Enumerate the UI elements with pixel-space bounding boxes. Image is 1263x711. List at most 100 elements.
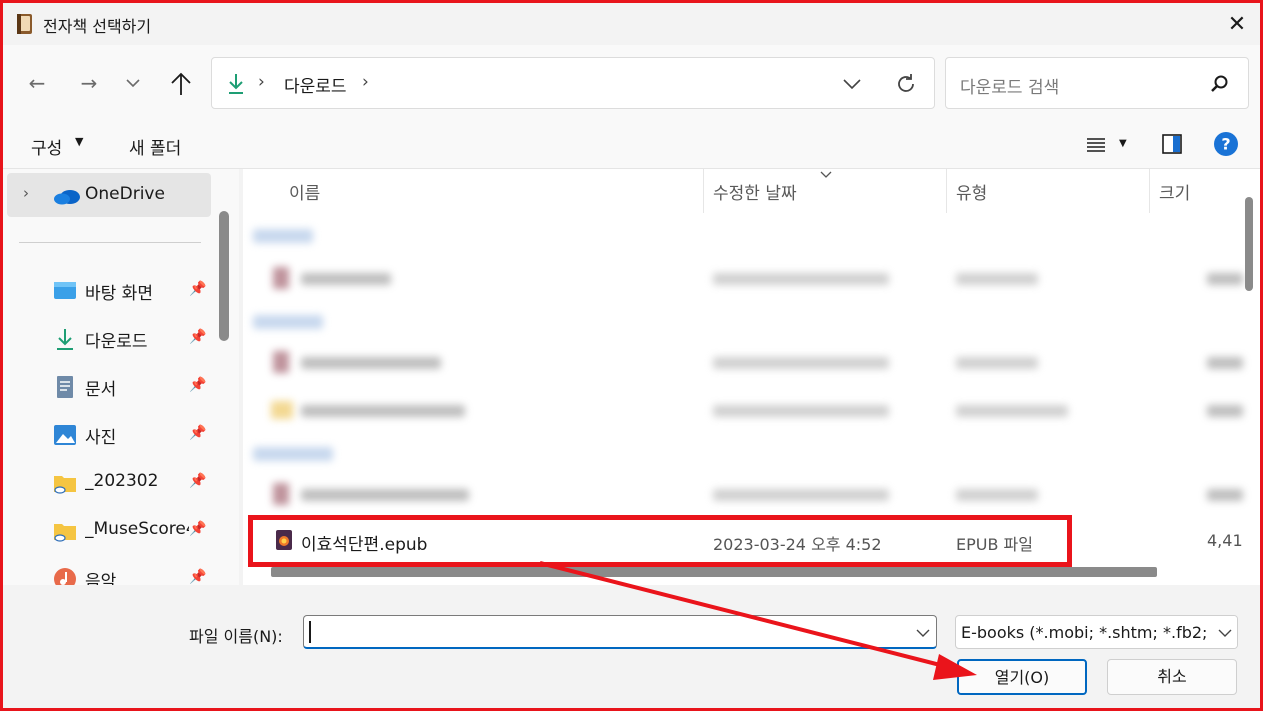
sidebar-item-label: _202302 bbox=[85, 471, 159, 491]
folder-icon bbox=[54, 524, 76, 542]
blurred-group-header bbox=[253, 315, 323, 329]
sidebar-item-label: 바탕 화면 bbox=[85, 284, 153, 304]
sidebar-item-documents[interactable]: 문서 📌 bbox=[3, 365, 215, 409]
blurred-file-type bbox=[956, 405, 1068, 417]
pin-icon[interactable]: 📌 bbox=[189, 569, 206, 585]
sidebar-divider bbox=[19, 242, 201, 243]
sidebar-item-folder-musescore[interactable]: _MuseScore4 📌 bbox=[3, 509, 215, 553]
column-header-date[interactable]: 수정한 날짜 bbox=[713, 179, 797, 204]
file-list-vertical-scrollbar[interactable] bbox=[1245, 197, 1253, 291]
sort-chevron-icon bbox=[820, 171, 832, 178]
address-bar[interactable]: › 다운로드 › bbox=[211, 57, 935, 109]
pin-icon[interactable]: 📌 bbox=[189, 329, 206, 347]
open-button[interactable]: 열기(O) bbox=[957, 659, 1087, 695]
blurred-file-date bbox=[713, 405, 889, 417]
blurred-file-name bbox=[301, 405, 465, 417]
sidebar-item-label: 다운로드 bbox=[85, 332, 148, 352]
sidebar-item-label: 문서 bbox=[85, 380, 117, 400]
pin-icon[interactable]: 📌 bbox=[189, 425, 206, 443]
up-arrow-icon[interactable] bbox=[169, 71, 193, 97]
sidebar-item-label: OneDrive bbox=[85, 184, 165, 204]
sidebar-item-downloads[interactable]: 다운로드 📌 bbox=[3, 317, 215, 361]
navigation-bar: ← → › 다운로드 › 다운로드 검색 bbox=[3, 45, 1260, 121]
preview-pane-icon[interactable] bbox=[1161, 133, 1183, 155]
pin-icon[interactable]: 📌 bbox=[189, 281, 206, 299]
cancel-button[interactable]: 취소 bbox=[1107, 659, 1237, 695]
sidebar-item-folder-202302[interactable]: _202302 📌 bbox=[3, 461, 215, 505]
column-separator[interactable] bbox=[703, 169, 704, 213]
blurred-file-icon bbox=[273, 267, 289, 289]
organize-dropdown-icon[interactable]: ▼ bbox=[75, 135, 83, 148]
file-type-filter-value: E-books (*.mobi; *.shtm; *.fb2; bbox=[961, 623, 1208, 642]
column-separator[interactable] bbox=[1149, 169, 1150, 213]
blurred-file-size bbox=[1207, 273, 1243, 285]
pin-icon[interactable]: 📌 bbox=[189, 521, 206, 539]
blurred-file-date bbox=[713, 273, 889, 285]
column-separator[interactable] bbox=[946, 169, 947, 213]
column-header-name[interactable]: 이름 bbox=[289, 179, 320, 204]
filename-input[interactable] bbox=[303, 615, 937, 649]
document-icon bbox=[57, 376, 73, 398]
download-icon bbox=[229, 74, 243, 94]
search-box[interactable]: 다운로드 검색 bbox=[945, 57, 1249, 109]
command-bar: 구성 ▼ 새 폴더 ▼ ? bbox=[3, 121, 1260, 169]
sidebar-item-label: _MuseScore4 bbox=[85, 519, 189, 539]
help-icon[interactable]: ? bbox=[1213, 131, 1239, 157]
file-type-filter-select[interactable]: E-books (*.mobi; *.shtm; *.fb2; bbox=[955, 615, 1238, 649]
sidebar-item-onedrive[interactable]: › OneDrive bbox=[7, 173, 211, 217]
view-options-dropdown-icon[interactable]: ▼ bbox=[1119, 138, 1127, 149]
address-history-chevron-icon[interactable] bbox=[842, 78, 862, 90]
filename-history-chevron-icon[interactable] bbox=[916, 628, 930, 638]
search-input[interactable]: 다운로드 검색 bbox=[960, 73, 1059, 98]
breadcrumb-separator-icon[interactable]: › bbox=[362, 72, 369, 92]
download-icon bbox=[57, 329, 73, 350]
blurred-file-icon bbox=[273, 483, 289, 505]
blurred-file-type bbox=[956, 357, 1038, 369]
file-open-dialog: 전자책 선택하기 ✕ ← → › 다운로드 › 다운로드 검색 구성 ▼ 새 폴… bbox=[0, 0, 1263, 711]
onedrive-cloud-icon bbox=[54, 190, 80, 205]
pin-icon[interactable]: 📌 bbox=[189, 473, 206, 491]
blurred-file-type bbox=[956, 489, 1038, 501]
blurred-file-size bbox=[1207, 357, 1243, 369]
filename-label: 파일 이름(N): bbox=[189, 627, 283, 646]
forward-arrow-icon[interactable]: → bbox=[75, 69, 103, 97]
sidebar-item-label: 음악 bbox=[85, 572, 117, 585]
blurred-file-name bbox=[301, 489, 469, 501]
close-icon[interactable]: ✕ bbox=[1225, 13, 1249, 37]
highlight-annotation-box bbox=[248, 515, 1072, 567]
sidebar-item-desktop[interactable]: 바탕 화면 📌 bbox=[3, 269, 215, 313]
blurred-file-size bbox=[1207, 405, 1243, 417]
breadcrumb-folder[interactable]: 다운로드 bbox=[284, 72, 347, 97]
svg-text:?: ? bbox=[1221, 135, 1230, 154]
column-header-type[interactable]: 유형 bbox=[956, 179, 987, 204]
refresh-icon[interactable] bbox=[894, 72, 918, 96]
book-app-icon bbox=[17, 14, 32, 34]
title-bar: 전자책 선택하기 ✕ bbox=[3, 3, 1260, 45]
breadcrumb-separator-icon: › bbox=[258, 72, 265, 92]
organize-button[interactable]: 구성 bbox=[31, 134, 62, 159]
navigation-pane: › OneDrive 바탕 화면 📌 다운로드 📌 문서 📌 사진 📌 _202… bbox=[3, 169, 239, 585]
blurred-file-type bbox=[956, 273, 1038, 285]
search-icon[interactable] bbox=[1210, 74, 1230, 94]
view-list-icon[interactable] bbox=[1085, 137, 1107, 153]
sidebar-item-music[interactable]: 음악 📌 bbox=[3, 557, 215, 585]
blurred-file-icon bbox=[273, 351, 289, 373]
blurred-file-date bbox=[713, 489, 889, 501]
pin-icon[interactable]: 📌 bbox=[189, 377, 206, 395]
filter-dropdown-area[interactable] bbox=[1210, 616, 1237, 648]
column-header-size[interactable]: 크기 bbox=[1159, 179, 1190, 204]
text-caret bbox=[309, 621, 311, 643]
music-icon bbox=[54, 568, 76, 585]
back-arrow-icon[interactable]: ← bbox=[23, 69, 51, 97]
new-folder-button[interactable]: 새 폴더 bbox=[129, 134, 181, 159]
sidebar-scrollbar[interactable] bbox=[219, 211, 229, 341]
expand-chevron-icon[interactable]: › bbox=[23, 184, 29, 202]
file-list-horizontal-scrollbar[interactable] bbox=[271, 567, 1157, 577]
filter-chevron-icon[interactable] bbox=[1218, 628, 1232, 638]
dialog-footer: 파일 이름(N): E-books (*.mobi; *.shtm; *.fb2… bbox=[3, 585, 1260, 708]
blurred-file-icon bbox=[271, 401, 293, 419]
recent-locations-chevron-icon[interactable] bbox=[125, 77, 141, 89]
blurred-group-header bbox=[253, 447, 333, 461]
sidebar-item-pictures[interactable]: 사진 📌 bbox=[3, 413, 215, 457]
pictures-icon bbox=[54, 425, 76, 445]
